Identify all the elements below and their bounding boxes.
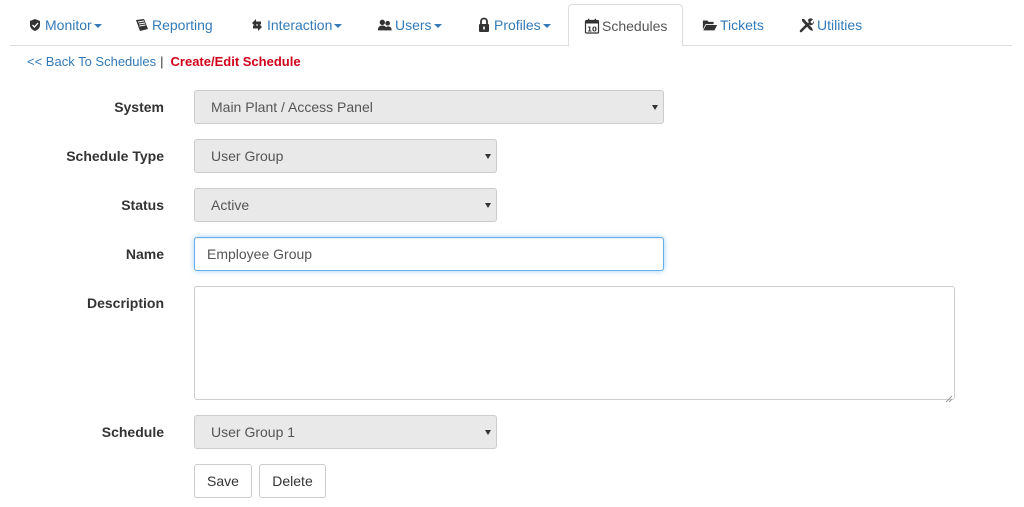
nav-users[interactable]: Users [377,4,442,46]
lock-icon [476,17,492,33]
name-input[interactable]: Employee Group [194,237,664,271]
breadcrumb-separator: | [160,53,164,69]
description-label: Description [86,295,164,311]
status-select[interactable]: Active [194,188,497,222]
nav-interaction[interactable]: Interaction [249,4,343,46]
svg-text:10: 10 [587,25,597,33]
breadcrumb-current: Create/Edit Schedule [170,53,301,69]
system-label: System [114,99,164,115]
schedule-type-label: Schedule Type [66,148,164,164]
status-select-value: Active [211,197,250,213]
system-select[interactable]: Main Plant / Access Panel [194,90,664,124]
nav-schedules[interactable]: 10 Schedules [568,4,684,47]
name-input-value: Employee Group [207,246,313,262]
nav-label: Schedules [602,17,668,34]
nav-utilities[interactable]: Utilities [799,4,862,46]
main-nav: Monitor Reporting Interaction Users Prof… [10,0,1012,47]
chevron-down-icon [93,24,102,28]
breadcrumb: << Back To Schedules | Create/Edit Sched… [27,53,301,69]
save-button[interactable]: Save [194,464,252,498]
system-select-value: Main Plant / Access Panel [211,99,373,115]
nav-profiles[interactable]: Profiles [476,4,551,46]
chevron-down-icon [334,24,343,28]
nav-label: Tickets [720,17,764,33]
back-to-schedules-link[interactable]: << Back To Schedules [27,54,156,69]
nav-label: Utilities [817,17,863,33]
schedule-select[interactable]: User Group 1 [194,415,497,449]
dropdown-arrow-icon [485,203,491,208]
nav-label: Profiles [494,17,541,33]
nav-label: Monitor [45,17,92,33]
name-label: Name [125,246,164,262]
shield-icon [27,17,43,33]
schedule-label: Schedule [101,424,164,440]
tools-icon [799,17,815,33]
nav-label: Interaction [267,17,333,33]
dropdown-arrow-icon [652,105,658,110]
delete-button[interactable]: Delete [259,464,326,498]
chevron-down-icon [433,24,442,28]
status-label: Status [121,197,164,213]
nav-tickets[interactable]: Tickets [702,4,764,46]
folder-open-icon [702,17,718,33]
nav-reporting[interactable]: Reporting [134,4,213,46]
schedule-type-select[interactable]: User Group [194,139,497,173]
nav-label: Users [395,17,432,33]
nav-label: Reporting [152,17,213,33]
schedule-type-select-value: User Group [211,148,284,164]
schedule-select-value: User Group 1 [211,424,296,440]
report-icon [134,17,150,33]
dropdown-arrow-icon [485,154,491,159]
nav-monitor[interactable]: Monitor [27,4,102,46]
exchange-icon [249,17,265,33]
users-icon [377,17,393,33]
resize-grip-icon[interactable] [945,390,953,403]
calendar-icon: 10 [584,18,600,34]
chevron-down-icon [542,24,551,28]
description-textarea[interactable] [194,286,955,403]
dropdown-arrow-icon [485,430,491,435]
